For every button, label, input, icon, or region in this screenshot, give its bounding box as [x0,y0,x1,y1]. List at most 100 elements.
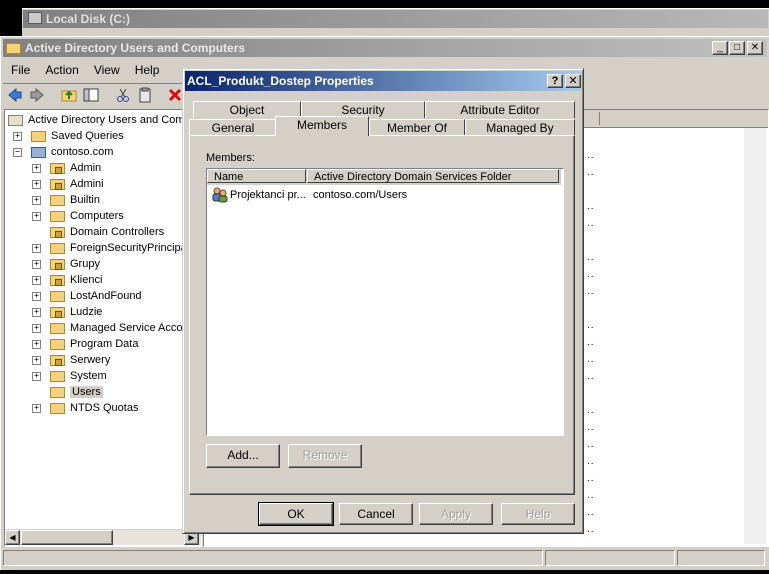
domain-icon [31,146,46,158]
forward-arrow-icon[interactable] [29,87,45,103]
ou-folder-icon [50,274,65,286]
tree-item[interactable]: + Admin [32,160,101,176]
tree-item[interactable]: Users [32,384,103,400]
tab-managed-by[interactable]: Managed By [465,119,575,136]
menu-bar: File Action View Help [5,60,205,80]
tree-item[interactable]: + Serwery [32,352,110,368]
expand-icon[interactable]: + [32,243,41,253]
tree-root[interactable]: Active Directory Users and Com [8,112,185,128]
delete-icon[interactable] [167,87,183,103]
help-icon[interactable]: ? [547,74,563,88]
tree-item[interactable]: + Builtin [32,192,100,208]
expand-icon[interactable]: + [32,371,41,381]
expand-icon[interactable]: + [32,291,41,301]
cancel-button[interactable]: Cancel [339,503,413,525]
tree-item[interactable]: + Klienci [32,272,102,288]
expand-icon[interactable]: + [32,323,41,333]
maximize-button[interactable]: □ [729,41,745,55]
tree-pane: Active Directory Users and Com + Saved Qu… [4,109,202,547]
expand-icon[interactable]: + [32,179,41,189]
dialog-titlebar[interactable]: ACL_Produkt_Dostep Properties ? ✕ [185,71,581,91]
tree-item-label: Ludzie [70,306,103,318]
background-window-titlebar[interactable]: Local Disk (C:) [23,10,768,28]
results-header-divider[interactable] [599,112,600,125]
tree-item[interactable]: + Computers [32,208,124,224]
group-icon [212,187,228,203]
tree-item-label: Domain Controllers [70,226,165,238]
tree-item-label: Admini [70,178,104,190]
dialog-close-icon[interactable]: ✕ [565,74,581,88]
close-icon[interactable]: ✕ [747,41,763,55]
cut-icon[interactable] [115,87,131,103]
up-folder-icon[interactable] [61,87,77,103]
table-row[interactable]: Projektanci pr... contoso.com/Users [209,187,559,203]
expand-icon[interactable]: + [32,355,41,365]
folder-icon [50,402,65,414]
expand-icon[interactable]: + [32,403,41,413]
tree-item[interactable]: + Managed Service Accou [32,320,189,336]
add-button[interactable]: Add... [206,444,280,468]
members-label: Members: [206,152,255,164]
ok-button[interactable]: OK [258,502,334,526]
ou-folder-icon [50,226,65,238]
scroll-left-button[interactable]: ◀ [5,530,20,545]
help-button[interactable]: Help [501,503,575,525]
expand-icon[interactable]: + [32,339,41,349]
folder-icon [50,386,65,398]
menu-file[interactable]: File [5,60,36,80]
paste-icon[interactable] [137,87,153,103]
minimize-button[interactable]: _ [712,41,728,55]
tree-item[interactable]: + System [32,368,107,384]
tree-item[interactable]: Domain Controllers [32,224,164,240]
tree-item-label: Klienci [70,274,103,286]
scroll-thumb[interactable] [21,530,113,545]
tab-general[interactable]: General [189,119,277,136]
menu-help[interactable]: Help [129,60,166,80]
expand-icon[interactable]: + [32,195,41,205]
expand-icon[interactable]: + [32,307,41,317]
members-list[interactable]: Name Active Directory Domain Services Fo… [206,168,564,436]
expand-icon[interactable]: + [32,275,41,285]
tab-member-of[interactable]: Member Of [369,119,465,136]
expand-icon[interactable]: + [32,163,41,173]
tree-item[interactable]: + Program Data [32,336,138,352]
ou-folder-icon [50,162,65,174]
folder-icon [50,210,65,222]
tree-item[interactable]: + NTDS Quotas [32,400,138,416]
expand-icon[interactable]: + [13,131,22,141]
collapse-icon[interactable]: − [13,147,22,157]
expand-icon[interactable]: + [32,211,41,221]
folder-icon [50,322,65,334]
tree-item[interactable]: − contoso.com [13,144,113,160]
status-cell-2 [545,550,675,566]
tree-item-label: Saved Queries [51,130,124,142]
tree-item[interactable]: + Admini [32,176,104,192]
tree-item[interactable]: + Saved Queries [13,128,124,144]
remove-button[interactable]: Remove [288,444,362,468]
expand-icon[interactable]: + [32,259,41,269]
tree-item-label: NTDS Quotas [70,402,139,414]
tab-attribute-editor[interactable]: Attribute Editor [425,101,575,118]
tree-item-label: LostAndFound [70,290,142,302]
menu-action[interactable]: Action [39,60,84,80]
aduc-title: Active Directory Users and Computers [25,41,246,55]
column-header-name[interactable]: Name [207,169,306,183]
tree-item[interactable]: + Grupy [32,256,100,272]
folder-icon [50,194,65,206]
dialog-title: ACL_Produkt_Dostep Properties [187,74,374,88]
results-scrollbar-track[interactable] [744,128,766,544]
menu-view[interactable]: View [88,60,126,80]
apply-button[interactable]: Apply [419,503,493,525]
tree-item[interactable]: + Ludzie [32,304,102,320]
tree-item[interactable]: + LostAndFound [32,288,142,304]
show-hide-tree-icon[interactable] [83,87,99,103]
tree-item[interactable]: + ForeignSecurityPrincipal [32,240,189,256]
back-arrow-icon[interactable] [7,87,23,103]
tree-item-label: Managed Service Accou [70,322,189,334]
aduc-titlebar[interactable]: Active Directory Users and Computers _ □… [3,39,767,57]
tree-horizontal-scrollbar[interactable]: ◀ ▶ [5,529,201,545]
status-cell-3 [677,550,765,566]
column-header-folder[interactable]: Active Directory Domain Services Folder [307,169,559,183]
tree-item-label: Admin [70,162,102,174]
tab-members[interactable]: Members [275,116,369,136]
